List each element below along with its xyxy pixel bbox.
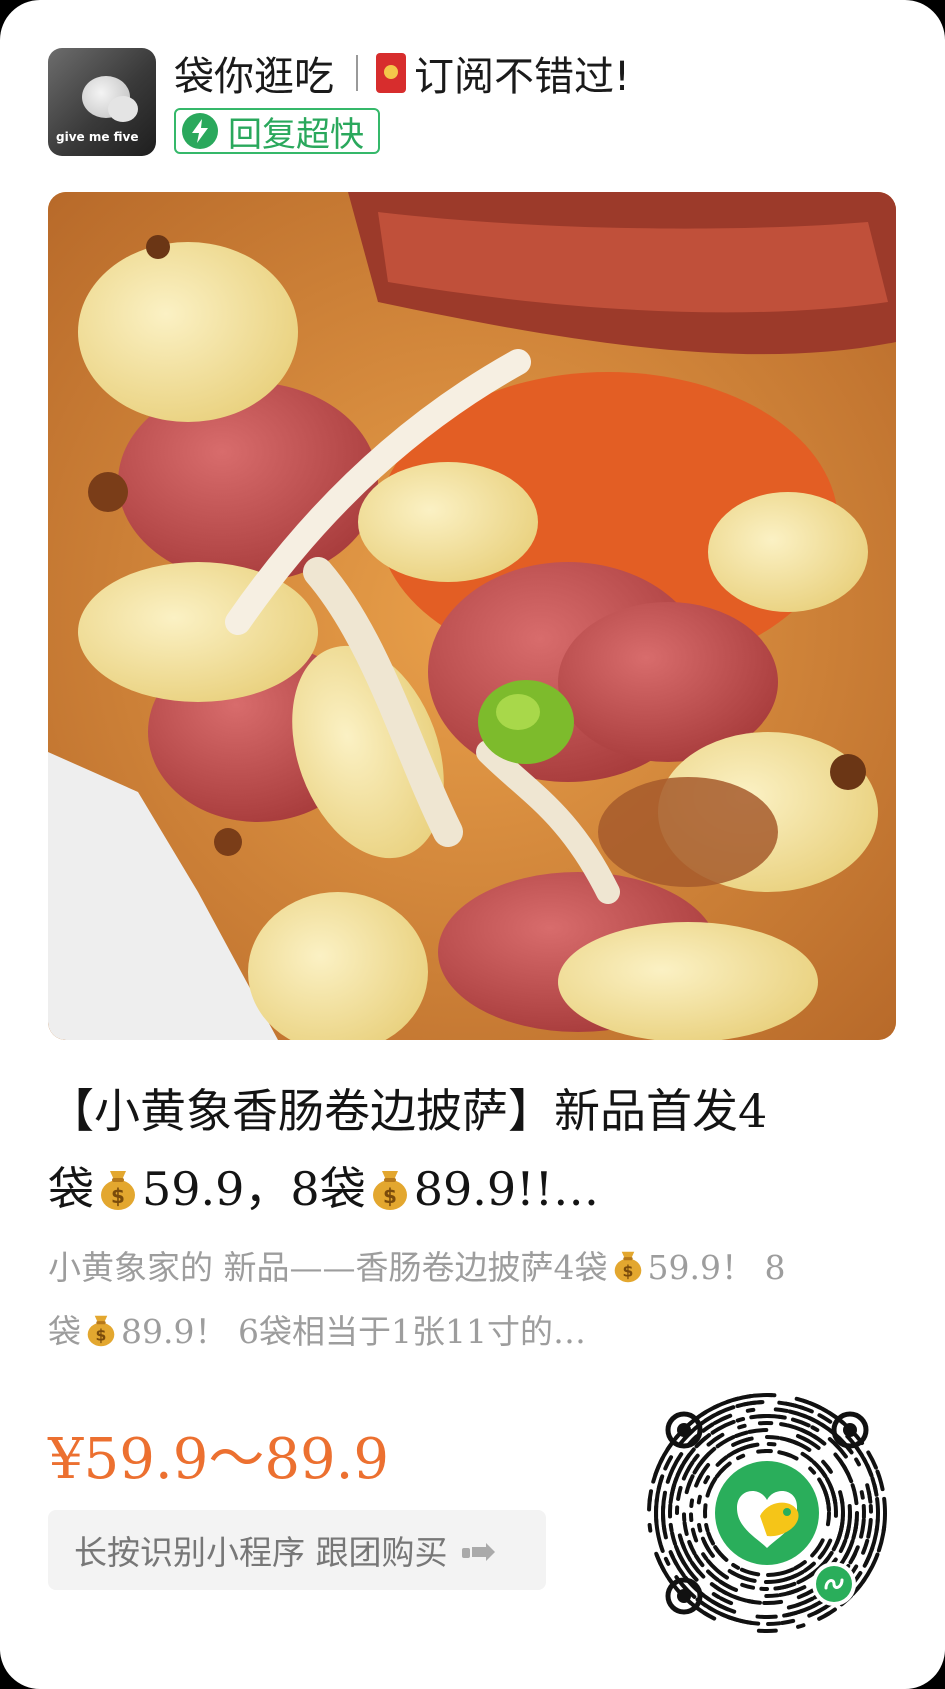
shop-title-row[interactable]: 袋你逛吃 订阅不错过! — [174, 44, 630, 102]
title-text-a: 袋 — [48, 1162, 94, 1216]
product-title-line-1: 【小黄象香肠卷边披萨】新品首发4 — [48, 1084, 768, 1138]
pointing-hand-icon — [461, 1531, 496, 1570]
product-title[interactable]: 【小黄象香肠卷边披萨】新品首发4 袋 $59.9，8袋 $89.9!!… — [48, 1072, 898, 1228]
price-range: ¥59.9～89.9 — [48, 1427, 390, 1492]
desc-text-a: 小黄象家的 新品——香肠卷边披萨4袋 — [48, 1248, 608, 1287]
desc-text-d: 89.9！ 6袋相当于1张11寸的… — [121, 1312, 586, 1351]
product-description: 小黄象家的 新品——香肠卷边披萨4袋 $59.9！ 8 袋 $89.9！ 6袋相当于… — [48, 1236, 898, 1364]
red-envelope-icon — [376, 53, 406, 93]
money-bag-icon: $ — [98, 1165, 138, 1211]
join-group-buy-button[interactable]: 长按识别小程序 跟团购买 — [48, 1510, 546, 1590]
product-title-line-2: 袋 $59.9，8袋 $89.9!!… — [48, 1150, 898, 1228]
title-text-b: 59.9，8袋 — [142, 1162, 366, 1216]
title-text-c: 89.9!!… — [413, 1162, 600, 1216]
money-bag-icon: $ — [85, 1311, 117, 1347]
divider — [356, 55, 358, 91]
fast-reply-badge: 回复超快 — [174, 108, 380, 155]
mini-program-qr-code[interactable] — [642, 1388, 892, 1638]
avatar-graphic-2 — [108, 96, 138, 122]
desc-text-b: 59.9！ 8 — [647, 1248, 786, 1287]
desc-text-c: 袋 — [48, 1312, 81, 1351]
svg-text:$: $ — [383, 1184, 397, 1208]
svg-text:$: $ — [622, 1262, 633, 1281]
shop-name: 袋你逛吃 — [174, 54, 334, 100]
avatar-caption: give me five — [56, 130, 139, 144]
svg-text:$: $ — [96, 1326, 107, 1345]
fast-reply-label: 回复超快 — [228, 114, 364, 155]
product-image[interactable] — [48, 192, 896, 1040]
qr-code-pattern — [647, 1393, 888, 1633]
description-line-2: 袋 $89.9！ 6袋相当于1张11寸的… — [48, 1300, 898, 1364]
cta-label: 长按识别小程序 跟团购买 — [74, 1533, 448, 1572]
description-line-1: 小黄象家的 新品——香肠卷边披萨4袋 $59.9！ 8 — [48, 1236, 898, 1300]
money-bag-icon: $ — [370, 1165, 410, 1211]
pizza-photo — [48, 192, 896, 1040]
mini-program-card[interactable]: give me five 袋你逛吃 订阅不错过! 回复超快 【小黄象香肠卷边披萨… — [0, 0, 945, 1689]
money-bag-icon: $ — [612, 1247, 644, 1283]
subscribe-text: 订阅不错过! — [414, 54, 631, 100]
lightning-icon — [182, 113, 218, 149]
shop-avatar[interactable]: give me five — [48, 48, 156, 156]
svg-text:$: $ — [111, 1184, 125, 1208]
